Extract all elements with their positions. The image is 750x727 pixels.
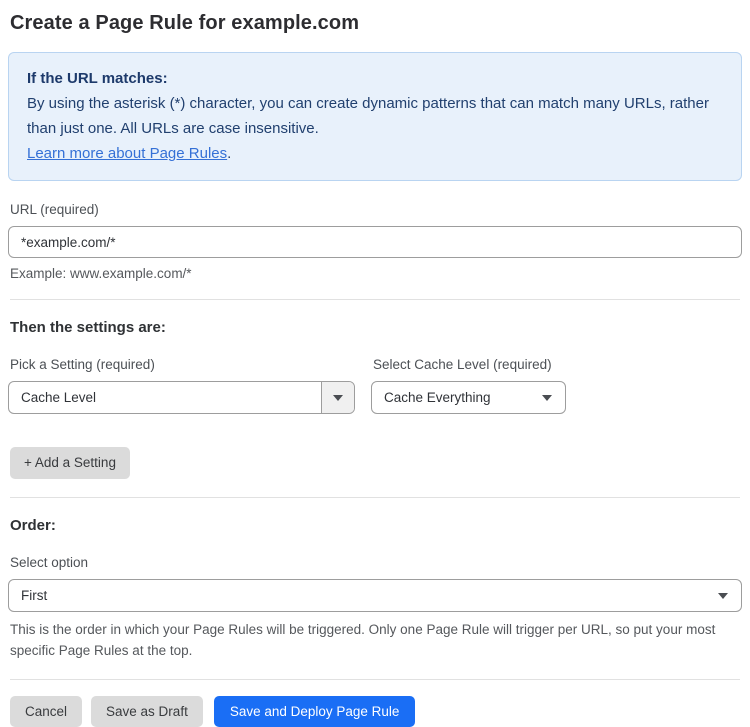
cache-level-column: Select Cache Level (required) Cache Ever… xyxy=(371,336,566,414)
url-example-helper: Example: www.example.com/* xyxy=(10,266,192,281)
save-as-draft-button[interactable]: Save as Draft xyxy=(91,696,203,727)
page-title: Create a Page Rule for example.com xyxy=(10,12,360,34)
info-box-body-text: By using the asterisk (*) character, you… xyxy=(27,95,709,137)
save-and-deploy-button[interactable]: Save and Deploy Page Rule xyxy=(213,696,416,727)
add-setting-button[interactable]: + Add a Setting xyxy=(10,447,130,479)
order-select-value: First xyxy=(21,588,48,603)
footer-divider xyxy=(10,679,740,680)
setting-picker-column: Pick a Setting (required) Cache Level xyxy=(8,336,355,414)
order-select[interactable]: First xyxy=(8,579,742,612)
section-divider xyxy=(10,497,740,498)
setting-picker-label: Pick a Setting (required) xyxy=(10,357,155,372)
setting-picker-arrow-box[interactable] xyxy=(321,382,354,413)
settings-row: Pick a Setting (required) Cache Level Se… xyxy=(8,336,742,414)
order-select-label: Select option xyxy=(10,555,89,570)
cache-level-select[interactable]: Cache Everything xyxy=(371,381,566,414)
chevron-down-icon xyxy=(542,394,552,401)
learn-more-page-rules-link[interactable]: Learn more about Page Rules xyxy=(27,145,227,162)
url-field-label: URL (required) xyxy=(10,202,99,217)
settings-section-heading: Then the settings are: xyxy=(10,319,166,336)
order-section-heading: Order: xyxy=(10,517,56,534)
cancel-button[interactable]: Cancel xyxy=(10,696,83,727)
setting-picker-select[interactable]: Cache Level xyxy=(8,381,355,414)
info-box-heading: If the URL matches: xyxy=(27,70,168,87)
info-box-body: By using the asterisk (*) character, you… xyxy=(27,91,723,166)
chevron-down-icon xyxy=(333,394,343,401)
url-input[interactable] xyxy=(8,226,742,258)
order-select-arrow xyxy=(710,592,741,599)
action-button-row: Cancel Save as Draft Save and Deploy Pag… xyxy=(10,696,742,727)
order-helper-text: This is the order in which your Page Rul… xyxy=(10,622,716,658)
cache-level-label: Select Cache Level (required) xyxy=(373,357,552,372)
cache-level-arrow xyxy=(534,394,565,401)
create-page-rule-form: Create a Page Rule for example.com If th… xyxy=(0,0,750,727)
url-matches-info-box: If the URL matches: By using the asteris… xyxy=(8,52,742,181)
chevron-down-icon xyxy=(718,592,728,599)
link-period: . xyxy=(227,145,232,162)
cache-level-value: Cache Everything xyxy=(384,390,491,405)
setting-picker-value: Cache Level xyxy=(21,390,97,405)
section-divider xyxy=(10,299,740,300)
